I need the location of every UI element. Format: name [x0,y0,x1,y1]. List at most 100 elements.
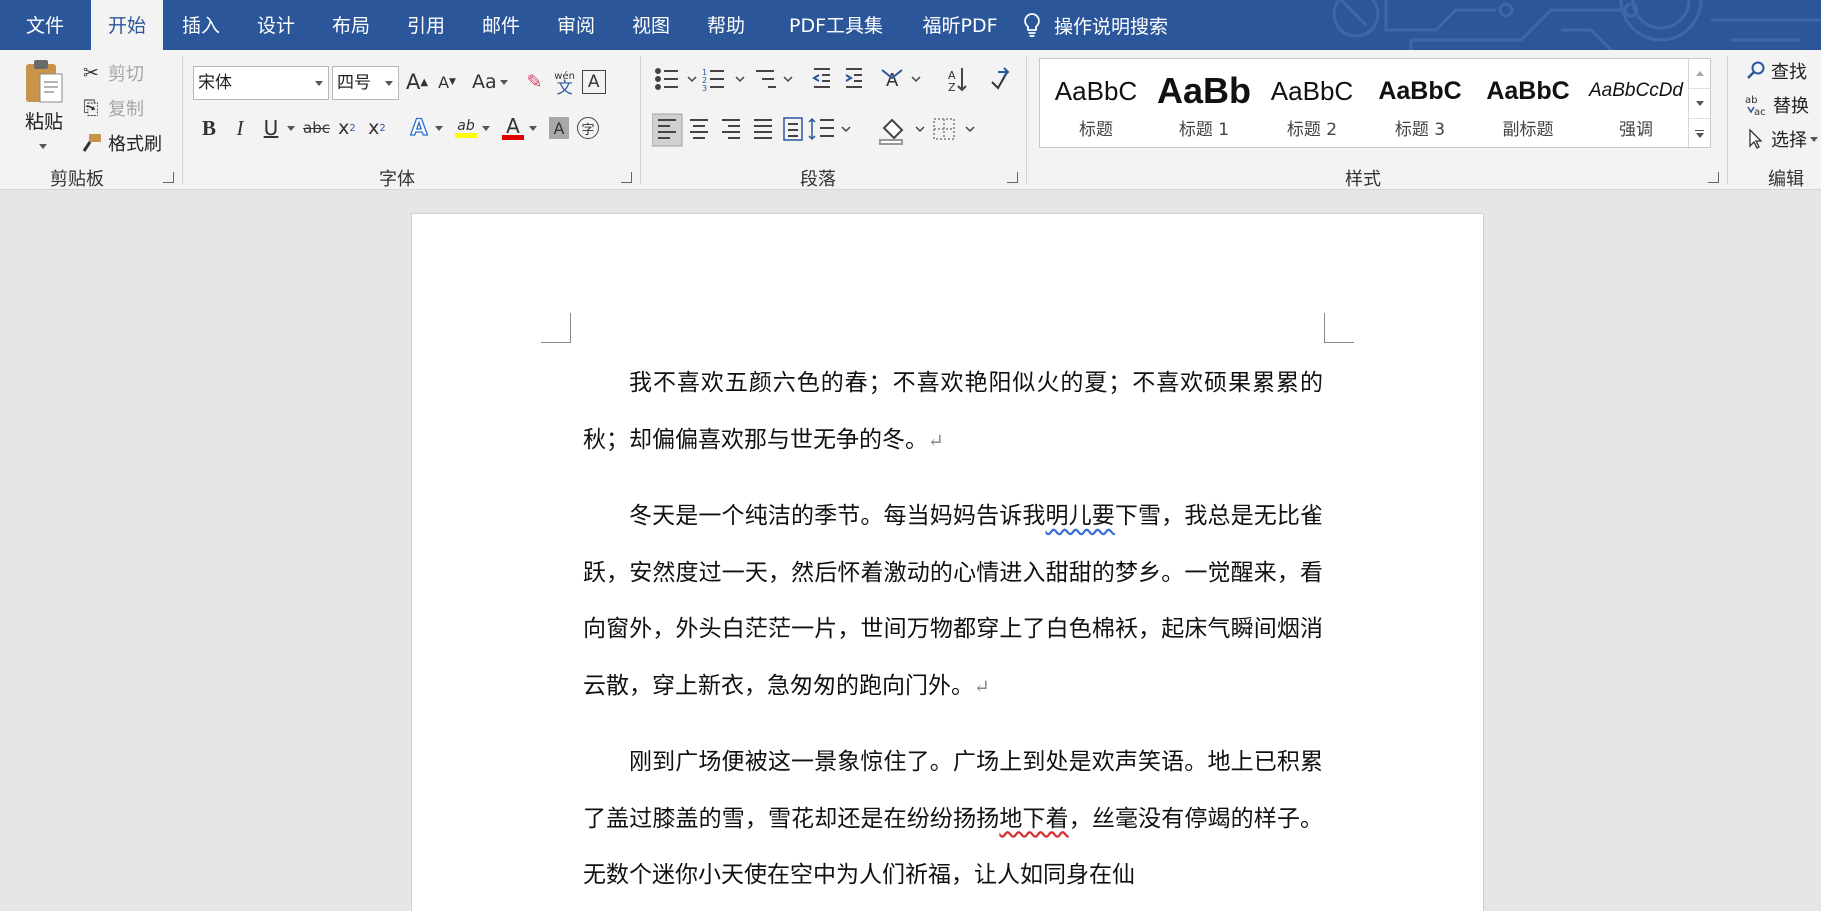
paragraph-controls: 123 A AZ [652,67,1010,147]
document-paragraph: 冬天是一个纯洁的季节。每当妈妈告诉我明儿要下雪，我总是无比雀跃，安然度过一天，然… [583,488,1323,715]
shading-icon[interactable] [879,118,925,145]
highlighter-icon: ab [457,117,475,134]
style-emphasis[interactable]: AaBbCcDd 强调 [1582,63,1690,145]
grow-font-icon: A [405,70,421,94]
chevron-down-icon[interactable] [528,125,537,131]
style-name: 标题 1 [1178,120,1230,140]
style-preview: AaBbC [1270,76,1354,106]
tab-references[interactable]: 引用 [397,0,455,50]
ribbon-home: 粘贴 ✂ 剪切 ⎘ 复制 格式刷 剪贴板 宋体 四号 A ▲ A ▼ Aa ✎ wé… [0,50,1821,190]
group-separator [1727,56,1728,184]
borders-icon[interactable] [933,118,975,140]
format-painter-button[interactable]: 格式刷 [78,129,162,157]
tab-review[interactable]: 审阅 [547,0,605,50]
circuit-pattern-decoration [1332,0,1821,50]
decrease-indent-icon[interactable] [812,68,830,88]
character-border-button[interactable]: A [581,70,606,94]
chevron-down-icon[interactable] [481,125,490,131]
chevron-down-icon[interactable] [385,81,393,86]
margin-corner-mark [1324,313,1354,343]
tab-pdf-tools[interactable]: PDF工具集 [776,0,896,50]
tab-mailings[interactable]: 邮件 [472,0,530,50]
tell-me-search[interactable]: 操作说明搜索 [1022,0,1168,50]
justify-icon[interactable] [754,119,772,139]
superscript-button[interactable]: x2 [364,114,390,142]
text-direction-icon[interactable]: A [881,69,921,91]
style-heading-1[interactable]: AaBb 标题 1 [1150,63,1258,145]
strikethrough-button[interactable]: abc [303,114,330,142]
align-center-icon[interactable] [690,119,708,139]
cursor-icon [1749,128,1763,149]
scroll-up-icon[interactable] [1689,59,1710,89]
highlight-button[interactable]: ab [453,114,479,142]
paste-dropdown-icon[interactable] [38,144,47,149]
style-heading-2[interactable]: AaBbC 标题 2 [1258,63,1366,145]
enclose-characters-button[interactable]: 字 [576,117,599,139]
italic-icon: I [236,115,244,140]
phonetic-guide-button[interactable]: wén 文 [552,68,578,96]
tab-insert[interactable]: 插入 [172,0,230,50]
tab-foxit-pdf[interactable]: 福昕PDF [906,0,1014,50]
chevron-down-icon[interactable] [287,125,295,131]
select-button[interactable]: 选择 [1745,126,1821,152]
font-name-combo[interactable]: 宋体 [193,66,329,100]
font-size-value: 四号 [337,73,371,93]
style-name: 标题 2 [1286,120,1338,140]
style-subtitle[interactable]: AaBbC 副标题 [1474,63,1582,145]
font-launcher-icon[interactable] [621,172,632,183]
multilevel-list-icon[interactable] [756,70,793,88]
tab-view[interactable]: 视图 [622,0,680,50]
chevron-down-icon[interactable] [315,81,323,86]
styles-launcher-icon[interactable] [1708,172,1719,183]
font-size-combo[interactable]: 四号 [332,66,399,100]
copy-button[interactable]: ⎘ 复制 [78,94,144,122]
underline-button[interactable]: U [258,114,284,142]
expand-gallery-icon[interactable] [1689,119,1710,149]
paragraph-group-label: 段落 [800,169,836,190]
bold-button[interactable]: B [196,114,222,142]
bullets-icon[interactable] [655,68,697,90]
paragraph-launcher-icon[interactable] [1007,172,1018,183]
cut-button[interactable]: ✂ 剪切 [78,59,144,87]
italic-button[interactable]: I [227,114,253,142]
tab-layout[interactable]: 布局 [322,0,380,50]
clear-formatting-icon[interactable]: ✎ [522,68,548,96]
increase-indent-icon[interactable] [845,68,862,88]
character-shading-button[interactable]: A [548,117,569,139]
styles-scrollbar[interactable] [1688,59,1710,149]
svg-text:3: 3 [702,84,707,93]
paste-button[interactable]: 粘贴 [16,56,72,156]
style-heading-3[interactable]: AaBbC 标题 3 [1366,63,1474,145]
chevron-down-icon[interactable] [1810,136,1818,142]
text-effects-button[interactable]: A [406,114,432,142]
clipboard-launcher-icon[interactable] [163,172,174,183]
tab-file[interactable]: 文件 [16,0,74,50]
tab-help[interactable]: 帮助 [697,0,755,50]
svg-text:ab: ab [1745,95,1757,106]
copy-icon: ⎘ [83,97,99,119]
style-name: 标题 3 [1394,120,1446,140]
font-group-label: 字体 [379,169,415,190]
numbering-icon[interactable]: 123 [702,68,745,93]
tab-design[interactable]: 设计 [247,0,305,50]
find-button[interactable]: 查找 [1745,58,1807,84]
subscript-button[interactable]: x2 [334,114,360,142]
align-right-icon[interactable] [722,119,740,139]
scroll-down-icon[interactable] [1689,89,1710,119]
show-formatting-marks-icon[interactable] [991,67,1010,90]
replace-button[interactable]: ab ac 替换 [1745,92,1809,118]
shrink-font-button[interactable]: A ▼ [434,68,460,96]
line-spacing-icon[interactable] [808,117,851,141]
ribbon-tab-bar: 文件 开始 插入 设计 布局 引用 邮件 审阅 视图 帮助 PDF工具集 福昕P… [0,0,1821,50]
distributed-icon[interactable] [783,117,803,141]
align-left-button[interactable] [652,113,683,147]
grow-font-button[interactable]: A ▲ [404,68,430,96]
font-color-button[interactable]: A [500,114,526,142]
sort-icon[interactable]: AZ [948,68,967,94]
document-body[interactable]: 我不喜欢五颜六色的春；不喜欢艳阳似火的夏；不喜欢硕果累累的秋；却偏偏喜欢那与世无… [583,355,1323,911]
tab-home[interactable]: 开始 [91,0,163,50]
underline-icon: U [263,116,279,140]
chevron-down-icon[interactable] [434,125,443,131]
change-case-button[interactable]: Aa [472,68,514,96]
style-title[interactable]: AaBbC 标题 [1042,63,1150,145]
